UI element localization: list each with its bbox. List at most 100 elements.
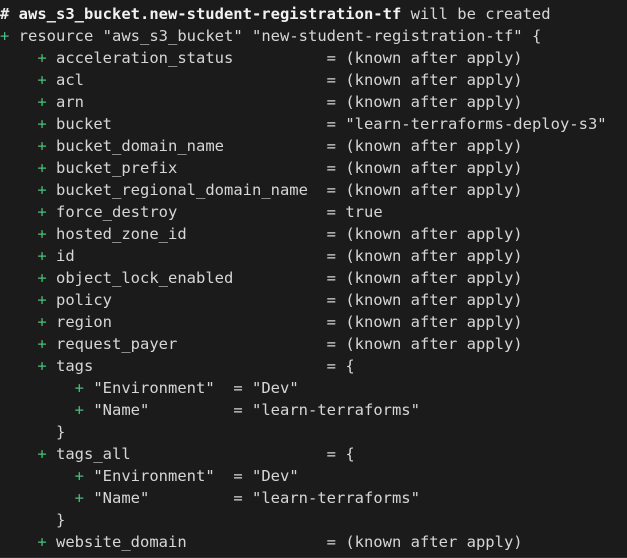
add-plus-icon: + [37, 445, 47, 463]
attribute-value: (known after apply) [345, 269, 523, 287]
tags-entry-value: "learn-terraforms" [252, 401, 420, 419]
add-plus-icon: + [37, 269, 47, 287]
attribute-value: (known after apply) [345, 247, 523, 265]
tags-entry-row: + "Environment" = "Dev" [0, 377, 627, 399]
attribute-key: id [56, 247, 75, 265]
tags-all-close-line: } [0, 509, 627, 531]
equals-separator: = [177, 203, 346, 221]
resource-action-text: will be created [401, 5, 551, 23]
resource-address: aws_s3_bucket.new-student-registration-t… [18, 5, 402, 23]
add-plus-icon: + [37, 71, 47, 89]
equals-separator: = [233, 269, 346, 287]
tags-entry-value: "Dev" [252, 379, 299, 397]
add-plus-icon: + [0, 27, 10, 45]
equals-separator: = [84, 71, 346, 89]
attribute-row: + website_domain = (known after apply) [0, 531, 627, 553]
add-plus-icon: + [37, 203, 47, 221]
attribute-value: "learn-terraforms-deploy-s3" [345, 115, 607, 133]
attribute-value: (known after apply) [345, 137, 523, 155]
attribute-row: + arn = (known after apply) [0, 91, 627, 113]
tags-entry-key: "Environment" [93, 379, 215, 397]
close-brace: } [56, 423, 66, 441]
attribute-key: hosted_zone_id [56, 225, 187, 243]
attribute-row: + bucket_domain_name = (known after appl… [0, 135, 627, 157]
attribute-key: bucket_domain_name [56, 137, 224, 155]
add-plus-icon: + [37, 335, 47, 353]
resource-declaration-line: + resource "aws_s3_bucket" "new-student-… [0, 25, 627, 47]
attribute-key: acl [56, 71, 85, 89]
attribute-value: (known after apply) [345, 49, 523, 67]
add-plus-icon: + [37, 137, 47, 155]
attribute-value: (known after apply) [345, 533, 523, 551]
attribute-row: + bucket_regional_domain_name = (known a… [0, 179, 627, 201]
attribute-row: + acceleration_status = (known after app… [0, 47, 627, 69]
tags-row: + tags = { [0, 355, 627, 377]
plan-header-line: # aws_s3_bucket.new-student-registration… [0, 3, 627, 25]
add-plus-icon: + [74, 379, 84, 397]
tags-all-entry-key: "Environment" [93, 467, 215, 485]
open-brace: { [345, 445, 355, 463]
equals-separator: = [74, 247, 346, 265]
add-plus-icon: + [74, 489, 84, 507]
close-brace: } [56, 511, 66, 529]
comment-hash-icon: # [0, 5, 19, 23]
attribute-key: website_domain [56, 533, 187, 551]
add-plus-icon: + [37, 357, 47, 375]
add-plus-icon: + [37, 291, 47, 309]
equals-separator: = [149, 401, 252, 419]
attribute-key: object_lock_enabled [56, 269, 234, 287]
resource-type: "aws_s3_bucket" [102, 27, 243, 45]
resource-keyword: resource [9, 27, 103, 45]
attribute-key: arn [56, 93, 85, 111]
tags-all-entry-key: "Name" [93, 489, 150, 507]
add-plus-icon: + [74, 401, 84, 419]
terminal-window[interactable]: # aws_s3_bucket.new-student-registration… [0, 0, 627, 558]
attribute-key: request_payer [56, 335, 178, 353]
attribute-row: + request_payer = (known after apply) [0, 333, 627, 355]
add-plus-icon: + [37, 115, 47, 133]
attribute-row: + id = (known after apply) [0, 245, 627, 267]
tags-entry-key: "Name" [93, 401, 150, 419]
equals-separator: = [112, 115, 346, 133]
attribute-value: (known after apply) [345, 225, 523, 243]
tags-all-row: + tags_all = { [0, 443, 627, 465]
equals-separator: = [307, 181, 346, 199]
equals-separator: = [186, 533, 346, 551]
attribute-value: (known after apply) [345, 291, 523, 309]
open-brace: { [345, 357, 355, 375]
attribute-value: (known after apply) [345, 71, 523, 89]
attribute-row: + object_lock_enabled = (known after app… [0, 267, 627, 289]
attribute-value: (known after apply) [345, 335, 523, 353]
tags-all-entry-row: + "Environment" = "Dev" [0, 465, 627, 487]
attribute-key: bucket_regional_domain_name [56, 181, 308, 199]
equals-separator: = [224, 137, 346, 155]
attribute-row: + acl = (known after apply) [0, 69, 627, 91]
equals-separator: = [177, 335, 346, 353]
equals-separator: = [84, 93, 346, 111]
tags-entry-row: + "Name" = "learn-terraforms" [0, 399, 627, 421]
